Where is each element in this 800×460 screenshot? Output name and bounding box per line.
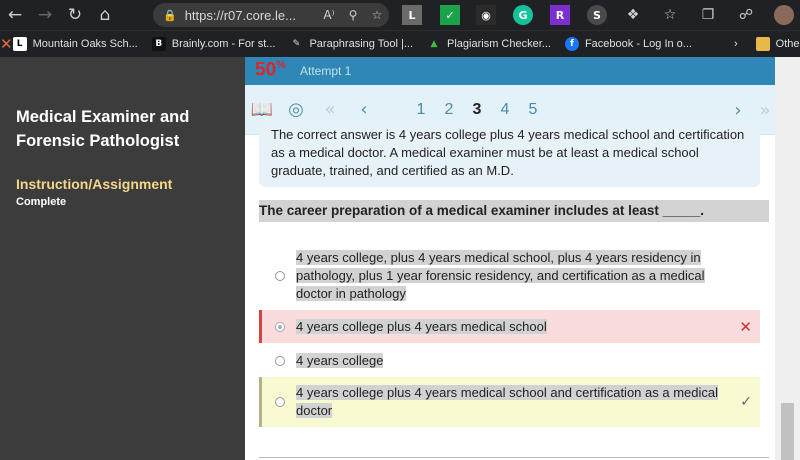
correct-check-icon: ✓ [740, 394, 752, 410]
apps-x-icon[interactable]: ✕ [0, 29, 13, 59]
option-label: 4 years college plus 4 years medical sch… [296, 318, 547, 334]
answer-option-3[interactable]: 4 years college [259, 350, 760, 372]
forward-icon[interactable]: → [30, 0, 60, 30]
scrollbar-thumb[interactable] [781, 403, 794, 460]
performance-icon[interactable]: ☍ [736, 5, 756, 25]
brainly-icon: B [151, 37, 166, 51]
screenshot-extension-icon[interactable]: ◉ [476, 5, 496, 25]
mountain-oaks-icon: L [12, 37, 27, 51]
page-1[interactable]: 1 [407, 101, 435, 119]
answer-feedback: The correct answer is 4 years college pl… [259, 121, 760, 187]
attempt-label: Attempt 1 [300, 64, 352, 78]
bookmark-label: Paraphrasing Tool |... [309, 38, 414, 50]
r-extension-icon[interactable]: R [550, 5, 570, 25]
zoom-icon[interactable]: ⚲ [341, 8, 365, 22]
folder-icon [755, 37, 770, 51]
option-text: 4 years college plus 4 years medical sch… [296, 318, 547, 336]
scrollbar[interactable] [775, 57, 800, 460]
question-text: The career preparation of a medical exam… [259, 200, 769, 222]
score-unit: % [276, 59, 286, 71]
refresh-icon[interactable]: ↻ [60, 0, 90, 30]
radio-button[interactable] [275, 271, 285, 281]
score-value: 50 [255, 59, 277, 81]
score: 50% [255, 59, 286, 81]
course-title: Medical Examiner and Forensic Pathologis… [16, 108, 190, 150]
bookmark-plagiarism-checker[interactable]: ▲ Plagiarism Checker... [427, 37, 551, 51]
browser-toolbar: ← → ↻ ⌂ [0, 0, 800, 30]
bookmark-mountain-oaks[interactable]: L Mountain Oaks Sch... [12, 37, 138, 51]
other-bookmarks-label: Other [775, 38, 800, 50]
bookmark-paraphrasing-tool[interactable]: ✎ Paraphrasing Tool |... [289, 37, 413, 51]
radio-button[interactable] [275, 356, 285, 366]
url-text[interactable]: https://r07.core.le... [185, 8, 317, 23]
s-extension-icon[interactable]: S [587, 5, 607, 25]
bookmark-label: Plagiarism Checker... [447, 38, 551, 50]
favorites-icon[interactable]: ☆ [660, 5, 680, 25]
page-4[interactable]: 4 [491, 101, 519, 119]
page-2[interactable]: 2 [435, 101, 463, 119]
option-text: 4 years college [296, 352, 384, 370]
radio-button[interactable] [275, 397, 285, 407]
extension-icon[interactable]: L [402, 5, 422, 25]
course-subtitle: Instruction/Assignment [16, 176, 173, 192]
lock-icon: 🔒 [163, 9, 177, 22]
facebook-icon: f [564, 37, 579, 51]
option-label: 4 years college, plus 4 years medical sc… [296, 250, 705, 301]
incorrect-x-icon: ✕ [739, 317, 752, 336]
bookmark-facebook[interactable]: f Facebook - Log In o... [564, 37, 692, 51]
profile-avatar[interactable] [774, 5, 794, 25]
divider [259, 457, 769, 458]
check-extension-icon[interactable]: ✓ [440, 5, 460, 25]
address-bar[interactable]: 🔒 https://r07.core.le... A⁾ ⚲ ☆ [153, 3, 389, 27]
other-bookmarks[interactable]: Other [755, 37, 800, 51]
pen-icon: ✎ [292, 39, 301, 49]
bookmarks-more-chevron-icon[interactable]: › [734, 38, 738, 50]
plagiarism-checker-icon: ▲ [430, 39, 438, 49]
page-5[interactable]: 5 [519, 101, 547, 119]
answer-option-4-correct[interactable]: 4 years college plus 4 years medical sch… [259, 377, 760, 427]
bookmarks-bar: ✕ L Mountain Oaks Sch... B Brainly.com -… [0, 30, 800, 57]
option-label: 4 years college [296, 353, 384, 368]
bookmark-label: Mountain Oaks Sch... [32, 38, 138, 50]
option-text: 4 years college plus 4 years medical sch… [296, 384, 726, 420]
bookmark-label: Facebook - Log In o... [584, 38, 692, 50]
collections-icon[interactable]: ❐ [698, 5, 718, 25]
favorite-icon[interactable]: ☆ [365, 8, 389, 22]
grammarly-icon[interactable]: G [513, 5, 533, 25]
extensions-puzzle-icon[interactable]: ❖ [623, 5, 643, 25]
quiz-content: 50% Attempt 1 📖 ◎ « ‹ 1 2 3 4 5 › » The … [245, 57, 800, 460]
bookmark-brainly[interactable]: B Brainly.com - For st... [151, 37, 276, 51]
answer-option-1[interactable]: 4 years college, plus 4 years medical sc… [259, 248, 760, 304]
radio-button-selected[interactable] [275, 321, 285, 332]
back-icon[interactable]: ← [0, 0, 30, 30]
course-status: Complete [16, 196, 67, 208]
bookmark-label: Brainly.com - For st... [171, 38, 276, 50]
answer-option-2-selected-incorrect[interactable]: 4 years college plus 4 years medical sch… [259, 310, 760, 343]
course-sidebar: Medical Examiner and Forensic Pathologis… [0, 57, 245, 460]
score-band: 50% Attempt 1 [245, 57, 775, 85]
home-icon[interactable]: ⌂ [90, 0, 120, 30]
option-label: 4 years college plus 4 years medical sch… [296, 385, 718, 418]
option-text: 4 years college, plus 4 years medical sc… [296, 249, 716, 303]
read-aloud-icon[interactable]: A⁾ [317, 8, 341, 22]
page-3-current[interactable]: 3 [463, 101, 491, 119]
